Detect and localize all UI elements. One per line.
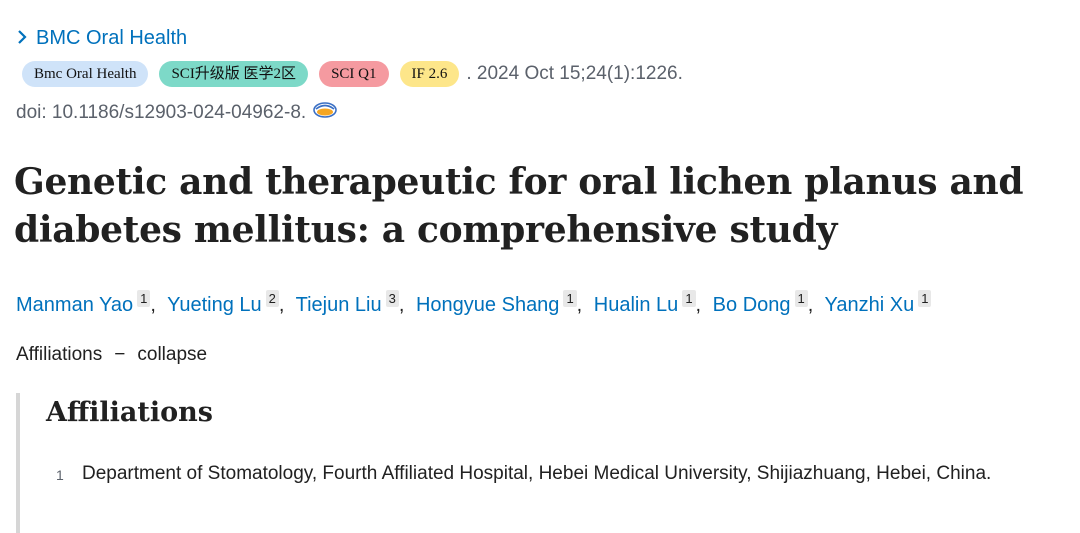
journal-badges: Bmc Oral Health SCI升级版 医学2区 SCI Q1 IF 2.… xyxy=(22,61,683,87)
affiliation-ref[interactable]: 3 xyxy=(385,290,399,307)
author-link[interactable]: Bo Dong xyxy=(713,294,791,316)
affiliations-panel: Affiliations 1 Department of Stomatology… xyxy=(16,393,1070,533)
badge-sci-quartile[interactable]: SCI Q1 xyxy=(319,61,389,87)
author-list: Manman Yao 1, Yueting Lu 2, Tiejun Liu 3, H… xyxy=(16,290,932,317)
affiliation-ref[interactable]: 2 xyxy=(265,290,279,307)
affiliations-heading: Affiliations xyxy=(46,397,213,428)
doi-text: doi: 10.1186/s12903-024-04962-8. xyxy=(16,102,307,123)
author-link[interactable]: Yanzhi Xu xyxy=(825,294,915,316)
affiliation-ref[interactable]: 1 xyxy=(563,290,577,307)
chevron-right-icon xyxy=(16,29,28,48)
affiliation-ref[interactable]: 1 xyxy=(137,290,151,307)
badge-sci-zone[interactable]: SCI升级版 医学2区 xyxy=(159,61,309,87)
collapse-link[interactable]: collapse xyxy=(137,344,207,366)
author-link[interactable]: Hualin Lu xyxy=(594,294,679,316)
affiliation-ref[interactable]: 1 xyxy=(682,290,696,307)
affiliation-ref[interactable]: 1 xyxy=(918,290,932,307)
journal-link[interactable]: BMC Oral Health xyxy=(16,27,187,50)
author-link[interactable]: Tiejun Liu xyxy=(296,294,382,316)
affiliation-text: Department of Stomatology, Fourth Affili… xyxy=(82,463,992,484)
article-title: Genetic and therapeutic for oral lichen … xyxy=(14,161,1024,251)
badge-journal[interactable]: Bmc Oral Health xyxy=(22,61,149,87)
reading-glasses-icon[interactable] xyxy=(312,101,338,125)
affiliations-toggle[interactable]: Affiliations − collapse xyxy=(16,344,207,366)
affiliation-ref[interactable]: 1 xyxy=(794,290,808,307)
badge-impact-factor[interactable]: IF 2.6 xyxy=(399,61,460,87)
author-link[interactable]: Yueting Lu xyxy=(167,294,262,316)
author-link[interactable]: Manman Yao xyxy=(16,294,133,316)
doi-line: doi: 10.1186/s12903-024-04962-8. xyxy=(16,101,338,125)
author-link[interactable]: Hongyue Shang xyxy=(416,294,559,316)
affiliations-toggle-label: Affiliations xyxy=(16,344,103,365)
dash-icon: − xyxy=(114,344,126,365)
citation-text: . 2024 Oct 15;24(1):1226. xyxy=(466,63,683,84)
affiliation-number: 1 xyxy=(56,467,64,483)
journal-name[interactable]: BMC Oral Health xyxy=(36,27,187,50)
affiliation-item: 1 Department of Stomatology, Fourth Affi… xyxy=(56,459,1056,490)
